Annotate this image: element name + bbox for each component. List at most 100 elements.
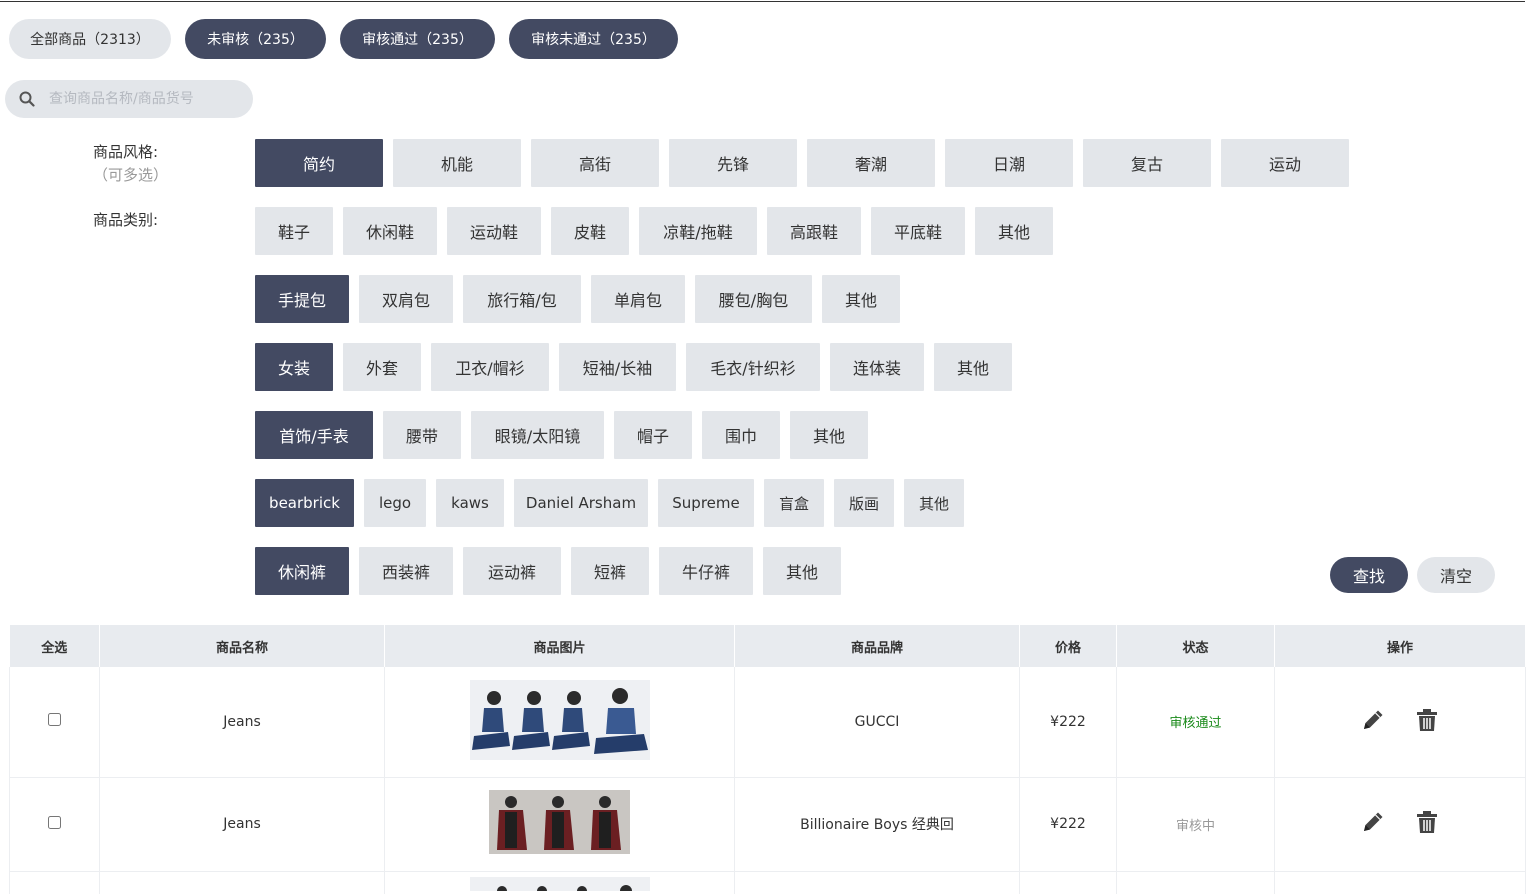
style-option[interactable]: 运动: [1221, 139, 1349, 187]
category-option[interactable]: 其他: [904, 479, 964, 527]
status-tabs: 全部商品（2313） 未审核（235） 审核通过（235） 审核未通过（235）: [9, 19, 692, 59]
product-photo: [489, 790, 536, 854]
header-price: 价格: [1019, 625, 1117, 667]
product-photo: [509, 679, 550, 760]
style-option[interactable]: 奢潮: [807, 139, 935, 187]
category-option[interactable]: 连体装: [830, 343, 924, 391]
pencil-icon[interactable]: [1360, 809, 1386, 835]
category-option[interactable]: 其他: [822, 275, 900, 323]
actions-cell: [1274, 667, 1526, 778]
search-icon: [19, 91, 35, 107]
search-box: [5, 80, 253, 118]
clear-button[interactable]: 清空: [1417, 557, 1495, 593]
category-option[interactable]: 高跟鞋: [767, 207, 861, 255]
category-option[interactable]: 其他: [790, 411, 868, 459]
category-option[interactable]: 运动裤: [463, 547, 561, 595]
category-option[interactable]: 眼镜/太阳镜: [471, 411, 604, 459]
category-option[interactable]: 西装裤: [359, 547, 453, 595]
category-option[interactable]: 短袖/长袖: [559, 343, 676, 391]
row-checkbox[interactable]: [48, 815, 61, 829]
status-cell: [1116, 871, 1275, 894]
style-option[interactable]: 简约: [255, 139, 383, 187]
row-select-cell: [9, 871, 100, 894]
style-label-sub: （可多选）: [93, 166, 169, 184]
product-photo: [549, 679, 590, 760]
category-option[interactable]: 双肩包: [359, 275, 453, 323]
row-select-cell: [9, 667, 100, 778]
header-select-all[interactable]: 全选: [9, 625, 100, 667]
style-option[interactable]: 高街: [531, 139, 659, 187]
category-option[interactable]: 毛衣/针织衫: [686, 343, 820, 391]
trash-icon[interactable]: [1414, 809, 1440, 835]
category-option[interactable]: 运动鞋: [447, 207, 541, 255]
category-option[interactable]: 版画: [834, 479, 894, 527]
row-checkbox[interactable]: [48, 713, 61, 727]
category-option[interactable]: 其他: [934, 343, 1012, 391]
pencil-icon[interactable]: [1360, 707, 1386, 733]
product-name: [99, 871, 385, 894]
category-option[interactable]: 休闲鞋: [343, 207, 437, 255]
product-brand: Billionaire Boys 经典回: [734, 777, 1020, 872]
trash-icon[interactable]: [1414, 707, 1440, 733]
category-row-womens: 女装 外套 卫衣/帽衫 短袖/长袖 毛衣/针织衫 连体装 其他: [255, 343, 1022, 391]
product-image[interactable]: [469, 679, 650, 760]
style-option[interactable]: 日潮: [945, 139, 1073, 187]
product-brand: GUCCI: [734, 667, 1020, 778]
category-option[interactable]: 短裤: [571, 547, 649, 595]
category-option[interactable]: 围巾: [702, 411, 780, 459]
category-option[interactable]: Daniel Arsham: [514, 479, 648, 527]
header-actions: 操作: [1274, 625, 1526, 667]
tab-unreviewed[interactable]: 未审核（235）: [185, 19, 326, 59]
tab-all-products[interactable]: 全部商品（2313）: [9, 19, 171, 59]
style-option[interactable]: 机能: [393, 139, 521, 187]
status-badge: 审核通过: [1169, 716, 1222, 732]
product-table: 全选 商品名称 商品图片 商品品牌 价格 状态 操作 Jeans GUCCI ¥…: [9, 625, 1526, 894]
category-option[interactable]: 其他: [763, 547, 841, 595]
category-option[interactable]: 旅行箱/包: [463, 275, 581, 323]
product-photo: [469, 877, 650, 891]
product-image-cell: [384, 667, 735, 778]
category-option[interactable]: 平底鞋: [871, 207, 965, 255]
category-option[interactable]: 其他: [975, 207, 1053, 255]
category-option[interactable]: 休闲裤: [255, 547, 349, 595]
category-option[interactable]: 牛仔裤: [659, 547, 753, 595]
category-option[interactable]: 女装: [255, 343, 333, 391]
category-option[interactable]: bearbrick: [255, 479, 354, 527]
table-header-row: 全选 商品名称 商品图片 商品品牌 价格 状态 操作: [9, 625, 1526, 667]
product-price: ¥222: [1019, 777, 1117, 872]
product-photo: [589, 679, 650, 760]
product-brand: [734, 871, 1020, 894]
category-option[interactable]: 外套: [343, 343, 421, 391]
category-option[interactable]: 凉鞋/拖鞋: [639, 207, 757, 255]
style-option[interactable]: 先锋: [669, 139, 797, 187]
category-option[interactable]: kaws: [436, 479, 504, 527]
product-name: Jeans: [99, 667, 385, 778]
category-option[interactable]: 鞋子: [255, 207, 333, 255]
header-product-image: 商品图片: [384, 625, 735, 667]
category-option[interactable]: Supreme: [658, 479, 754, 527]
product-image[interactable]: [489, 790, 630, 854]
category-option[interactable]: 卫衣/帽衫: [431, 343, 549, 391]
category-row-accessories: 首饰/手表 腰带 眼镜/太阳镜 帽子 围巾 其他: [255, 411, 878, 459]
category-option[interactable]: 盲盒: [764, 479, 824, 527]
product-image[interactable]: [469, 877, 650, 891]
find-button[interactable]: 查找: [1330, 557, 1408, 593]
product-photo: [469, 679, 510, 760]
category-option[interactable]: 单肩包: [591, 275, 685, 323]
tab-approved[interactable]: 审核通过（235）: [340, 19, 495, 59]
category-option[interactable]: 皮鞋: [551, 207, 629, 255]
category-option[interactable]: 腰带: [383, 411, 461, 459]
category-option[interactable]: 帽子: [614, 411, 692, 459]
status-badge: 审核中: [1175, 818, 1215, 834]
category-option[interactable]: lego: [364, 479, 426, 527]
category-option[interactable]: 手提包: [255, 275, 349, 323]
row-select-cell: [9, 777, 100, 872]
category-option[interactable]: 首饰/手表: [255, 411, 373, 459]
category-row-pants: 休闲裤 西装裤 运动裤 短裤 牛仔裤 其他: [255, 547, 851, 595]
style-options: 简约 机能 高街 先锋 奢潮 日潮 复古 运动: [255, 139, 1359, 187]
tab-rejected[interactable]: 审核未通过（235）: [509, 19, 678, 59]
category-option[interactable]: 腰包/胸包: [695, 275, 812, 323]
search-input[interactable]: [49, 91, 239, 107]
style-option[interactable]: 复古: [1083, 139, 1211, 187]
header-product-name: 商品名称: [99, 625, 385, 667]
